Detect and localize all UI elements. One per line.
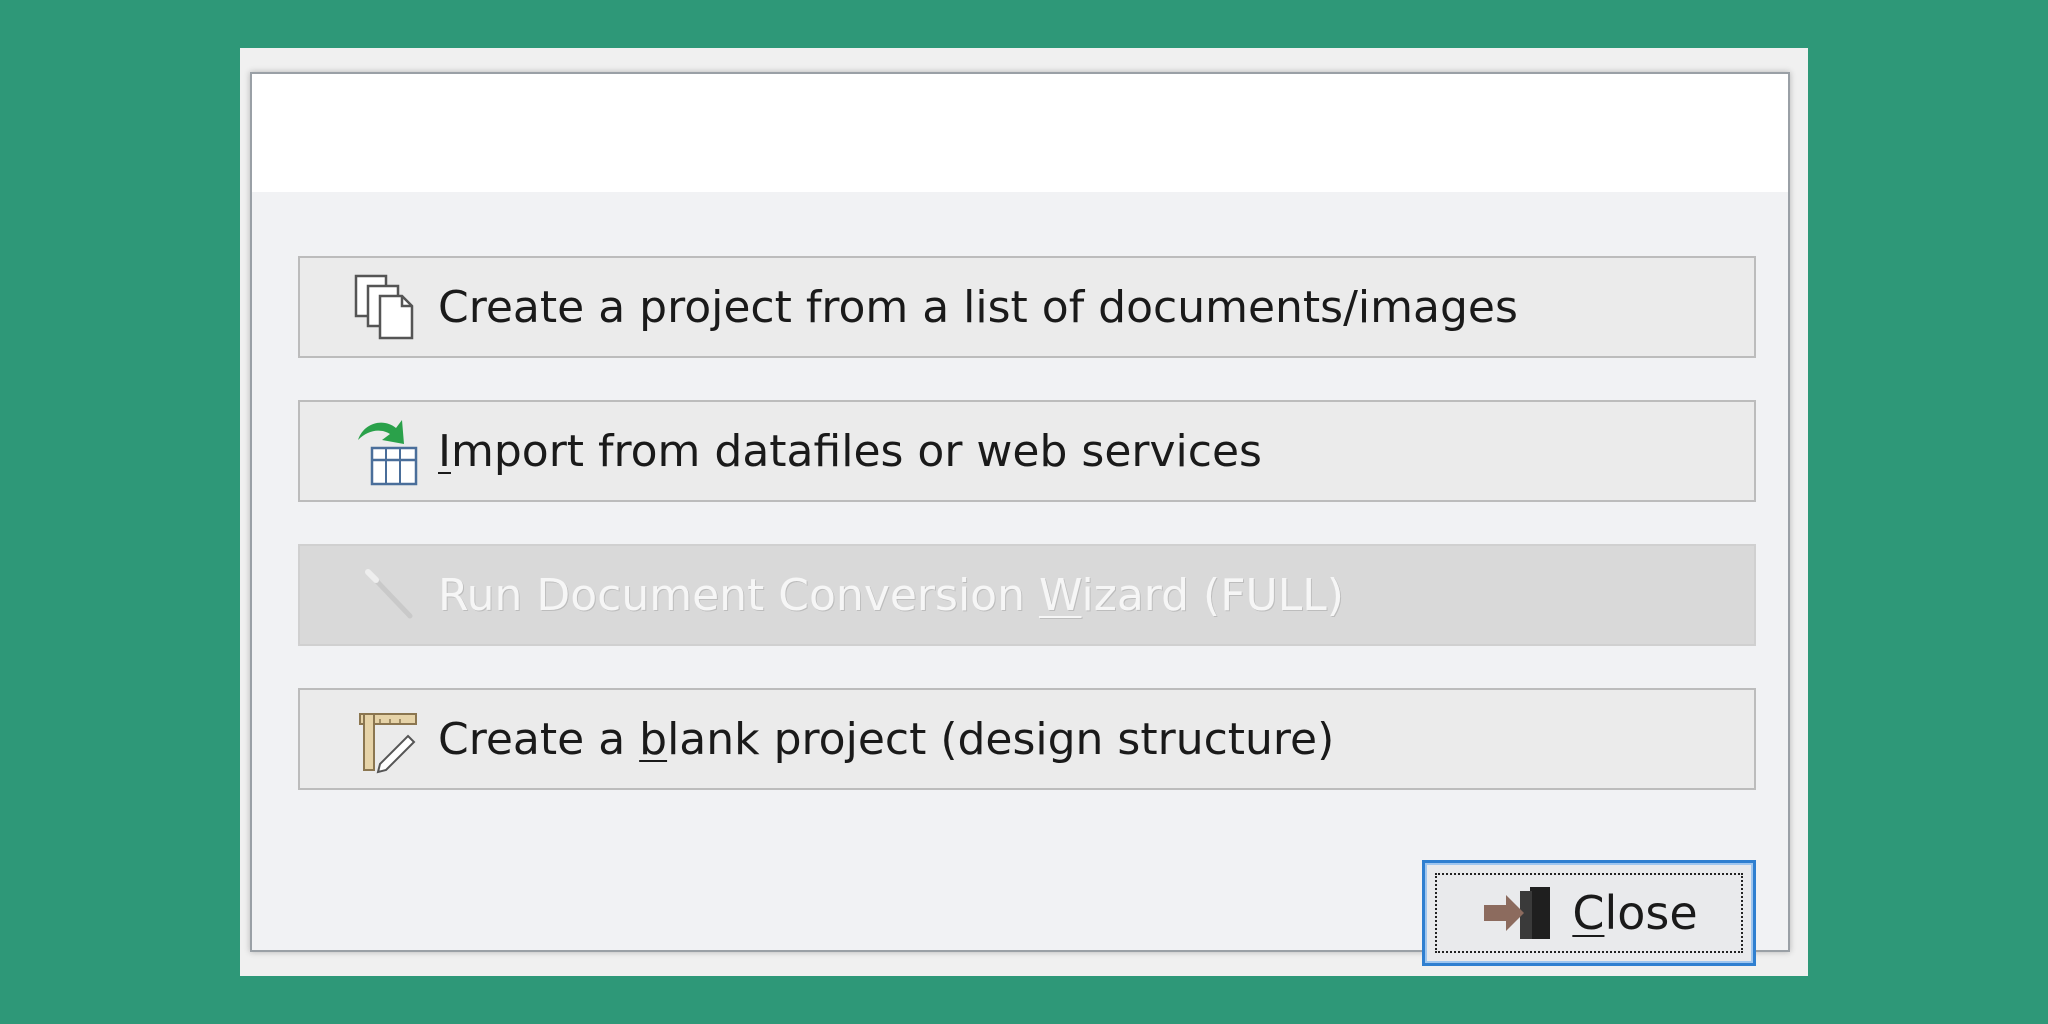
documents-icon bbox=[350, 270, 424, 344]
import-datafiles-button[interactable]: Import from datafiles or web services bbox=[298, 400, 1756, 502]
option-label: Create a blank project (design structure… bbox=[438, 713, 1335, 765]
option-label: Import from datafiles or web services bbox=[438, 425, 1262, 477]
exit-door-icon bbox=[1480, 883, 1558, 943]
option-label: Run Document Conversion Wizard (FULL) bbox=[438, 569, 1344, 621]
new-project-dialog: Create a project from a list of document… bbox=[250, 72, 1790, 966]
wand-icon bbox=[350, 558, 424, 632]
close-button[interactable]: Close bbox=[1422, 860, 1756, 966]
import-data-icon bbox=[350, 414, 424, 488]
create-from-documents-button[interactable]: Create a project from a list of document… bbox=[298, 256, 1756, 358]
close-label: Close bbox=[1572, 886, 1698, 940]
design-structure-icon bbox=[350, 702, 424, 776]
option-label: Create a project from a list of document… bbox=[438, 281, 1518, 333]
dialog-header bbox=[252, 74, 1788, 192]
create-blank-project-button[interactable]: Create a blank project (design structure… bbox=[298, 688, 1756, 790]
run-conversion-wizard-button[interactable]: Run Document Conversion Wizard (FULL) bbox=[298, 544, 1756, 646]
screenshot-frame: Create a project from a list of document… bbox=[240, 48, 1808, 976]
